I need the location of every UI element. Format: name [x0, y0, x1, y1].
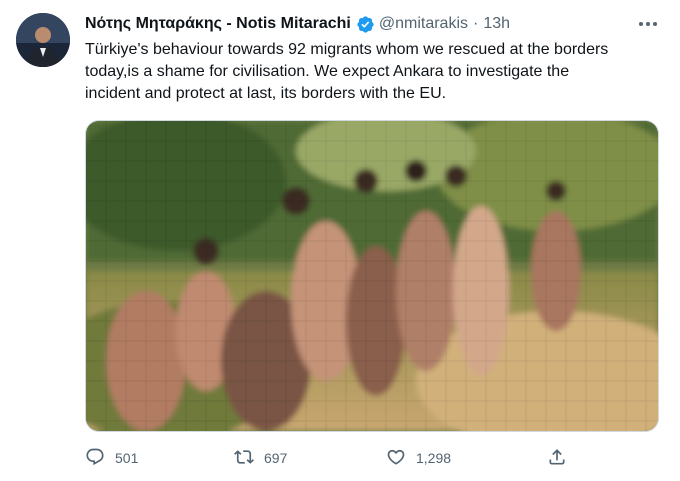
- reply-button[interactable]: 501: [85, 446, 138, 470]
- tweet-text: Türkiye's behaviour towards 92 migrants …: [85, 39, 670, 105]
- separator-dot: ·: [473, 15, 479, 32]
- reply-count: 501: [115, 450, 139, 466]
- verified-badge-icon: [356, 15, 375, 34]
- reply-icon: [85, 447, 105, 470]
- retweet-count: 697: [264, 450, 288, 466]
- heart-icon: [386, 447, 406, 470]
- retweet-button[interactable]: 697: [234, 446, 287, 470]
- tweet-timestamp[interactable]: 13h: [483, 15, 510, 33]
- tweet-header: Νότης Μηταράκης - Notis Mitarachi @nmita…: [85, 13, 640, 35]
- retweet-icon: [234, 447, 254, 470]
- author-handle[interactable]: @nmitarakis: [379, 15, 468, 33]
- share-button[interactable]: [547, 446, 567, 470]
- share-icon: [547, 447, 567, 470]
- more-options-icon[interactable]: [636, 14, 660, 34]
- tweet-text-line: Türkiye's behaviour towards 92 migrants …: [85, 41, 609, 58]
- tweet-actions: 501 697 1,298: [85, 446, 585, 470]
- author-name[interactable]: Νότης Μηταράκης - Notis Mitarachi: [85, 15, 351, 33]
- like-count: 1,298: [416, 450, 452, 466]
- avatar[interactable]: [16, 13, 70, 67]
- tweet-text-line: today,is a shame for civilisation. We ex…: [85, 63, 570, 80]
- like-button[interactable]: 1,298: [386, 446, 451, 470]
- tweet-media-photo[interactable]: [85, 120, 659, 432]
- tweet-text-line: incident and protect at last, its border…: [85, 85, 447, 102]
